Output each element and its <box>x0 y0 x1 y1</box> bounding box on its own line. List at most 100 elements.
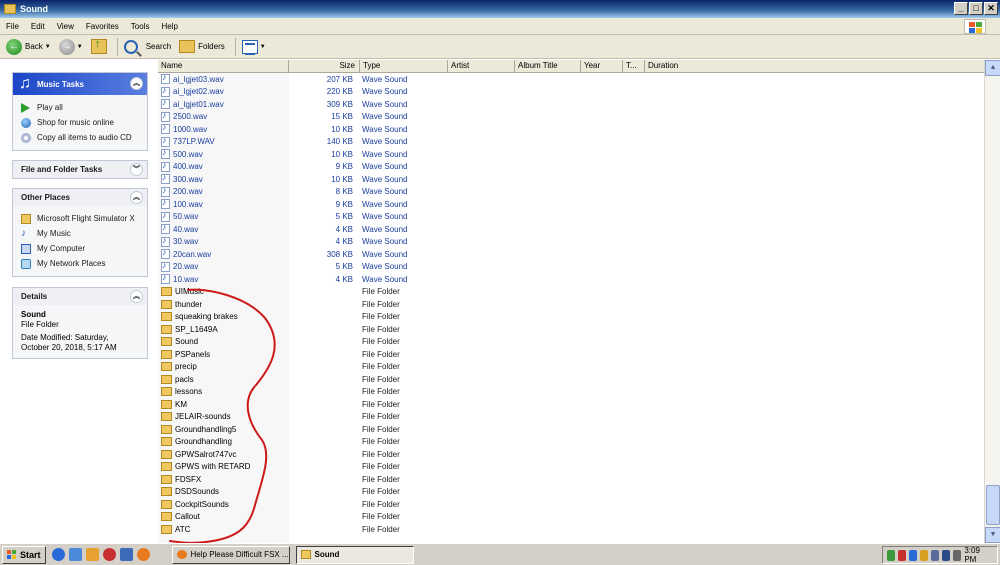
folder-row[interactable]: CockpitSounds File Folder <box>158 498 984 511</box>
file-row[interactable]: ai_lgjet02.wav 220 KB Wave Sound <box>158 86 984 99</box>
row-name[interactable]: ai_lgjet03.wav <box>158 74 289 85</box>
row-name[interactable]: 737LP.WAV <box>158 136 289 147</box>
maximize-button[interactable]: □ <box>969 2 983 15</box>
row-name[interactable]: 2500.wav <box>158 111 289 122</box>
browser-icon[interactable] <box>51 548 65 561</box>
details-header[interactable]: Details ︽ <box>13 288 147 305</box>
row-name[interactable]: lessons <box>158 387 289 397</box>
expand-icon[interactable]: ︾ <box>130 163 143 176</box>
row-name[interactable]: 40.wav <box>158 224 289 235</box>
collapse-icon[interactable]: ︽ <box>130 290 143 303</box>
row-name[interactable]: Callout <box>158 512 289 522</box>
scroll-up-button[interactable]: ▲ <box>985 60 1000 76</box>
close-button[interactable]: ✕ <box>984 2 998 15</box>
col-duration[interactable]: Duration <box>645 60 984 73</box>
row-name[interactable]: PSPanels <box>158 349 289 359</box>
row-name[interactable]: squeaking brakes <box>158 312 289 322</box>
chevron-down-icon[interactable]: ▼ <box>45 44 51 50</box>
search-button[interactable]: Search <box>122 37 173 57</box>
folder-row[interactable]: SP_L1649A File Folder <box>158 323 984 336</box>
folder-row[interactable]: GPWS with RETARD File Folder <box>158 461 984 474</box>
row-name[interactable]: 20.wav <box>158 261 289 272</box>
row-name[interactable]: 100.wav <box>158 199 289 210</box>
folder-row[interactable]: UIMusic File Folder <box>158 286 984 299</box>
place-my-music[interactable]: ♪ My Music <box>21 226 139 241</box>
file-row[interactable]: 2500.wav 15 KB Wave Sound <box>158 111 984 124</box>
row-name[interactable]: 30.wav <box>158 236 289 247</box>
row-name[interactable]: 1000.wav <box>158 124 289 135</box>
row-name[interactable]: JELAIR-sounds <box>158 412 289 422</box>
col-album[interactable]: Album Title <box>515 60 581 73</box>
folders-button[interactable]: Folders <box>177 37 227 57</box>
views-button[interactable]: ▼ <box>240 37 268 57</box>
row-name[interactable]: 400.wav <box>158 161 289 172</box>
folder-row[interactable]: GPWSalrot747vc File Folder <box>158 448 984 461</box>
row-name[interactable]: 300.wav <box>158 174 289 185</box>
file-row[interactable]: ai_lgjet03.wav 207 KB Wave Sound <box>158 73 984 86</box>
media-icon[interactable] <box>85 548 99 561</box>
folder-row[interactable]: Groundhandling5 File Folder <box>158 423 984 436</box>
row-name[interactable]: 500.wav <box>158 149 289 160</box>
copy-to-cd-link[interactable]: Copy all items to audio CD <box>21 130 139 145</box>
row-name[interactable]: UIMusic <box>158 287 289 297</box>
tray-icon[interactable] <box>909 549 918 561</box>
menu-view[interactable]: View <box>51 22 80 31</box>
row-name[interactable]: Sound <box>158 337 289 347</box>
file-row[interactable]: 400.wav 9 KB Wave Sound <box>158 161 984 174</box>
firefox-icon[interactable] <box>136 548 150 561</box>
start-button[interactable]: Start <box>2 545 46 564</box>
col-type[interactable]: Type <box>360 60 448 73</box>
task-help-please[interactable]: Help Please Difficult FSX ... <box>171 545 290 564</box>
row-name[interactable]: KM <box>158 399 289 409</box>
file-row[interactable]: 20can.wav 308 KB Wave Sound <box>158 248 984 261</box>
file-folder-tasks-header[interactable]: File and Folder Tasks ︾ <box>13 161 147 178</box>
row-name[interactable]: GPWS with RETARD <box>158 462 289 472</box>
collapse-icon[interactable]: ︽ <box>130 77 143 90</box>
col-name[interactable]: Name <box>158 60 289 73</box>
folder-row[interactable]: squeaking brakes File Folder <box>158 311 984 324</box>
file-row[interactable]: 200.wav 8 KB Wave Sound <box>158 186 984 199</box>
clock[interactable]: 3:09 PM <box>964 546 991 564</box>
collapse-icon[interactable]: ︽ <box>130 191 143 204</box>
row-name[interactable]: SP_L1649A <box>158 324 289 334</box>
tray-icon[interactable] <box>898 549 907 561</box>
file-row[interactable]: 50.wav 5 KB Wave Sound <box>158 211 984 224</box>
row-name[interactable]: FDSFX <box>158 474 289 484</box>
row-name[interactable]: 10.wav <box>158 274 289 285</box>
scroll-thumb[interactable] <box>986 485 1000 525</box>
chevron-down-icon[interactable]: ▼ <box>260 44 266 50</box>
row-name[interactable]: thunder <box>158 299 289 309</box>
row-name[interactable]: Groundhandling5 <box>158 424 289 434</box>
menu-file[interactable]: File <box>0 22 25 31</box>
folder-row[interactable]: KM File Folder <box>158 398 984 411</box>
tray-icon[interactable] <box>931 549 940 561</box>
vertical-scrollbar[interactable]: ▲ ▼ <box>984 60 1000 543</box>
folder-row[interactable]: DSDSounds File Folder <box>158 486 984 499</box>
file-row[interactable]: 30.wav 4 KB Wave Sound <box>158 236 984 249</box>
back-button[interactable]: ← Back ▼ <box>4 37 53 57</box>
music-tasks-header[interactable]: ♫ Music Tasks ︽ <box>13 73 147 95</box>
file-row[interactable]: 737LP.WAV 140 KB Wave Sound <box>158 136 984 149</box>
folder-row[interactable]: precip File Folder <box>158 361 984 374</box>
col-size[interactable]: Size <box>289 60 360 73</box>
folder-row[interactable]: lessons File Folder <box>158 386 984 399</box>
file-row[interactable]: 10.wav 4 KB Wave Sound <box>158 273 984 286</box>
file-row[interactable]: 300.wav 10 KB Wave Sound <box>158 173 984 186</box>
folder-row[interactable]: ATC File Folder <box>158 523 984 536</box>
file-row[interactable]: 500.wav 10 KB Wave Sound <box>158 148 984 161</box>
menu-help[interactable]: Help <box>155 22 183 31</box>
col-year[interactable]: Year <box>581 60 623 73</box>
file-row[interactable]: 20.wav 5 KB Wave Sound <box>158 261 984 274</box>
row-name[interactable]: CockpitSounds <box>158 499 289 509</box>
col-artist[interactable]: Artist <box>448 60 515 73</box>
row-name[interactable]: GPWSalrot747vc <box>158 449 289 459</box>
task-sound[interactable]: Sound <box>295 545 414 564</box>
title-bar[interactable]: Sound _ □ ✕ <box>0 0 1000 18</box>
folder-row[interactable]: Sound File Folder <box>158 336 984 349</box>
minimize-button[interactable]: _ <box>954 2 968 15</box>
scroll-down-button[interactable]: ▼ <box>985 527 1000 543</box>
folder-row[interactable]: thunder File Folder <box>158 298 984 311</box>
file-row[interactable]: 1000.wav 10 KB Wave Sound <box>158 123 984 136</box>
shop-music-link[interactable]: Shop for music online <box>21 115 139 130</box>
row-name[interactable]: 50.wav <box>158 211 289 222</box>
